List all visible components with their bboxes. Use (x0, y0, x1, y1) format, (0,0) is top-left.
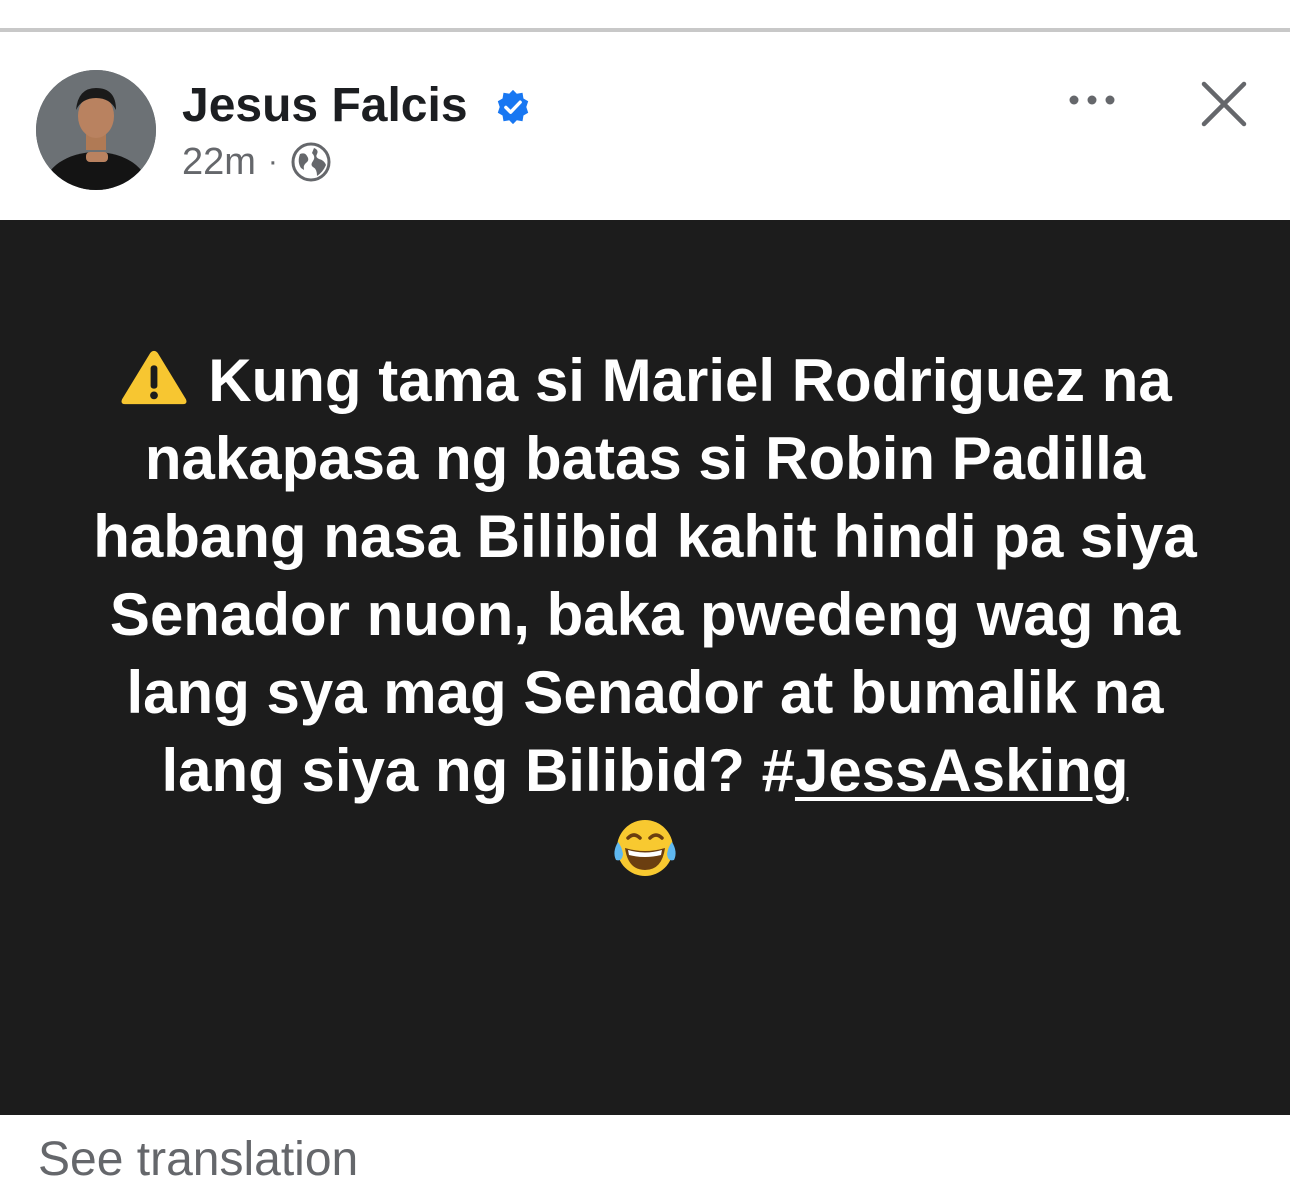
post-body: Kung tama si Mariel Rodriguez na nakapas… (80, 342, 1210, 880)
close-icon[interactable] (1196, 76, 1252, 132)
post-body-text: Kung tama si Mariel Rodriguez na nakapas… (93, 347, 1197, 804)
author-name[interactable]: Jesus Falcis (182, 78, 468, 134)
meta-separator: · (267, 145, 278, 178)
verified-badge-icon (497, 89, 529, 125)
more-options-icon[interactable] (1062, 80, 1122, 120)
post-header: Jesus Falcis 22m · (0, 32, 1290, 220)
face-with-tears-of-joy-icon (614, 820, 676, 876)
see-translation-link[interactable]: See translation (38, 1132, 358, 1188)
globe-icon[interactable] (290, 141, 332, 183)
post-viewer: Jesus Falcis 22m · Kung tama si Mariel R… (0, 0, 1290, 1200)
avatar-portrait (36, 70, 156, 190)
post-timestamp[interactable]: 22m (182, 141, 256, 184)
avatar[interactable] (36, 70, 156, 190)
warning-icon (121, 350, 187, 405)
post-text-card: Kung tama si Mariel Rodriguez na nakapas… (0, 220, 1290, 1115)
post-meta: 22m · (182, 138, 332, 186)
hashtag-link[interactable]: JessAsking (795, 737, 1129, 804)
